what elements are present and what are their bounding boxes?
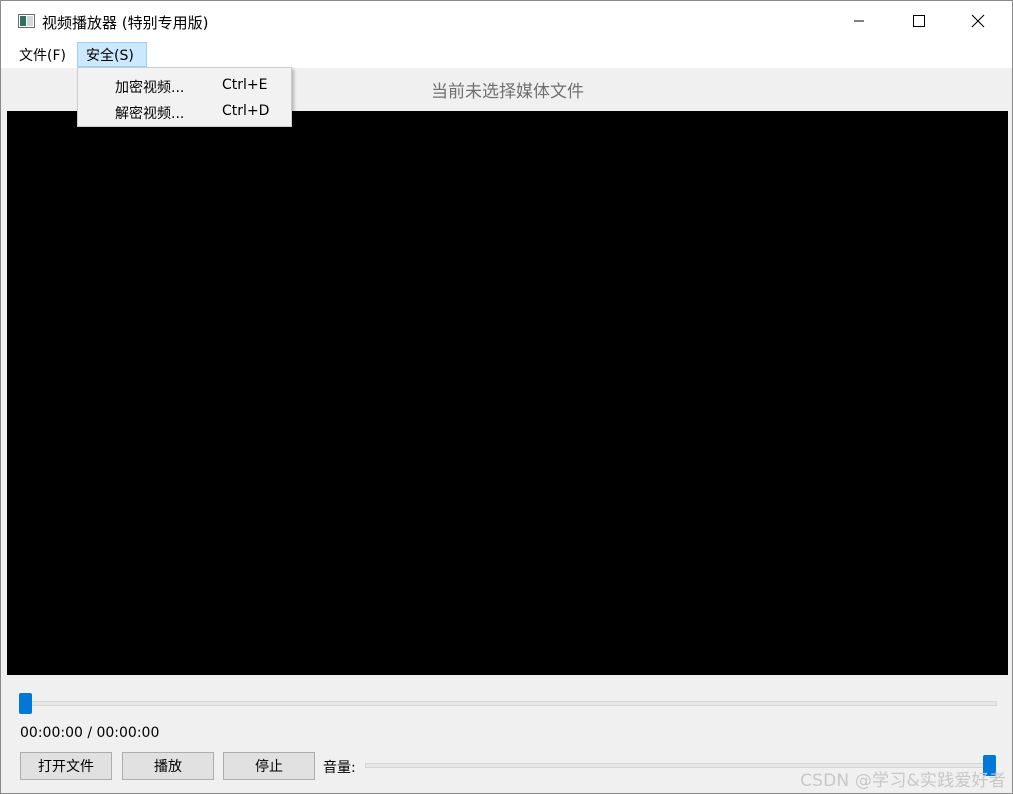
security-menu-dropdown: 加密视频... Ctrl+E 解密视频... Ctrl+D [77, 67, 292, 127]
video-player-icon [18, 14, 35, 28]
maximize-icon [913, 15, 925, 27]
menu-item-label: 解密视频... [115, 106, 185, 122]
maximize-button[interactable] [890, 1, 948, 41]
close-icon [971, 14, 985, 28]
menu-item-shortcut: Ctrl+D [222, 103, 270, 119]
minimize-button[interactable] [830, 1, 888, 41]
minimize-icon [854, 20, 864, 22]
menu-bar: 文件(F) 安全(S) [1, 41, 1012, 68]
menu-item-encrypt-video[interactable]: 加密视频... Ctrl+E [79, 72, 290, 98]
title-bar[interactable]: 视频播放器 (特别专用版) [1, 1, 1012, 41]
time-label: 00:00:00 / 00:00:00 [20, 725, 160, 741]
app-window: 视频播放器 (特别专用版) 文件(F) 安全(S) 当前未选择媒体文件 00:0… [0, 0, 1013, 794]
menu-item-label: 加密视频... [115, 80, 185, 96]
progress-slider-track[interactable] [21, 701, 997, 706]
menu-file[interactable]: 文件(F) [10, 42, 75, 67]
play-button[interactable]: 播放 [122, 752, 214, 780]
menu-item-shortcut: Ctrl+E [222, 77, 268, 93]
volume-label: 音量: [323, 760, 356, 776]
video-display[interactable] [7, 111, 1008, 675]
menu-security[interactable]: 安全(S) [77, 42, 147, 67]
progress-slider-handle[interactable] [19, 693, 32, 714]
open-file-button[interactable]: 打开文件 [20, 752, 112, 780]
stop-button[interactable]: 停止 [223, 752, 315, 780]
watermark: CSDN @学习&实践爱好者 [800, 771, 1006, 791]
close-button[interactable] [949, 1, 1007, 41]
window-title: 视频播放器 (特别专用版) [42, 14, 209, 32]
media-status-text: 当前未选择媒体文件 [431, 82, 584, 102]
menu-item-decrypt-video[interactable]: 解密视频... Ctrl+D [79, 98, 290, 124]
